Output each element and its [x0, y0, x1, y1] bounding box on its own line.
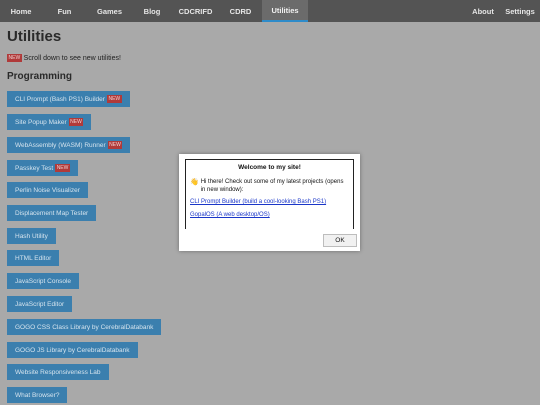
utility-label: WebAssembly (WASM) Runner: [15, 141, 106, 149]
utility-label: Website Responsiveness Lab: [15, 368, 101, 376]
nav-cdcrifd[interactable]: CDCRIFD: [172, 0, 219, 22]
nav-about[interactable]: About: [466, 0, 500, 22]
gopalos-link[interactable]: GopalOS (A web desktop/OS): [190, 212, 349, 218]
utility-label: JavaScript Console: [15, 277, 71, 285]
utility-label: What Browser?: [15, 391, 60, 399]
utility-label: GOGO JS Library by CerebralDatabank: [15, 346, 130, 354]
utility-button[interactable]: Site Popup Maker NEW: [7, 114, 92, 130]
welcome-dialog-content[interactable]: Welcome to my site! 👋 Hi there! Check ou…: [185, 159, 354, 229]
utility-label: Perlin Noise Visualizer: [15, 186, 80, 194]
nav-home[interactable]: Home: [0, 0, 42, 22]
utility-label: Displacement Map Tester: [15, 209, 89, 217]
utility-label: JavaScript Editor: [15, 300, 65, 308]
top-nav: Home Fun Games Blog CDCRIFD CDRD Utiliti…: [0, 0, 540, 22]
utility-button[interactable]: GOGO JS Library by CerebralDatabank: [7, 342, 138, 358]
utility-label: Hash Utility: [15, 232, 48, 240]
dialog-title: Welcome to my site!: [238, 164, 301, 171]
utility-button[interactable]: What Browser?: [7, 387, 68, 403]
utility-button[interactable]: Perlin Noise Visualizer: [7, 182, 88, 198]
nav-fun[interactable]: Fun: [42, 0, 87, 22]
scroll-notice: NEW Scroll down to see new utilities!: [7, 54, 121, 62]
ok-button[interactable]: OK: [323, 234, 357, 247]
utility-button[interactable]: Passkey Test NEW: [7, 160, 78, 176]
utility-button[interactable]: GOGO CSS Class Library by CerebralDataba…: [7, 319, 162, 335]
utility-button[interactable]: WebAssembly (WASM) Runner NEW: [7, 137, 131, 153]
utility-button[interactable]: Hash Utility: [7, 228, 56, 244]
utility-button[interactable]: CLI Prompt (Bash PS1) Builder NEW: [7, 91, 130, 107]
nav-cdrd[interactable]: CDRD: [219, 0, 262, 22]
new-badge: NEW: [106, 95, 122, 103]
cli-prompt-builder-link[interactable]: CLI Prompt Builder (build a cool-looking…: [190, 199, 349, 205]
utility-label: Passkey Test: [15, 164, 54, 172]
nav-settings[interactable]: Settings: [500, 0, 540, 22]
utility-label: CLI Prompt (Bash PS1) Builder: [15, 95, 105, 103]
dialog-text: 👋 Hi there! Check out some of my latest …: [190, 179, 349, 194]
notice-text: Scroll down to see new utilities!: [23, 54, 121, 62]
nav-right: About Settings: [466, 0, 540, 22]
nav-left: Home Fun Games Blog CDCRIFD CDRD Utiliti…: [0, 0, 308, 22]
section-title-programming: Programming: [7, 71, 73, 82]
wave-icon: 👋: [190, 179, 199, 186]
utility-button[interactable]: Displacement Map Tester: [7, 205, 97, 221]
page-title: Utilities: [7, 28, 62, 45]
dialog-message: Hi there! Check out some of my latest pr…: [200, 179, 344, 193]
utility-label: Site Popup Maker: [15, 118, 67, 126]
new-badge: NEW: [107, 141, 123, 149]
new-badge: NEW: [68, 118, 84, 126]
utility-button[interactable]: HTML Editor: [7, 250, 60, 266]
nav-blog[interactable]: Blog: [132, 0, 172, 22]
utility-label: HTML Editor: [15, 254, 52, 262]
nav-utilities[interactable]: Utilities: [262, 0, 308, 22]
utility-button[interactable]: JavaScript Editor: [7, 296, 73, 312]
new-badge: NEW: [55, 164, 70, 172]
utility-button[interactable]: JavaScript Console: [7, 273, 79, 289]
utility-button[interactable]: Website Responsiveness Lab: [7, 364, 109, 380]
new-badge: NEW: [7, 54, 22, 62]
nav-games[interactable]: Games: [87, 0, 132, 22]
utility-label: GOGO CSS Class Library by CerebralDataba…: [15, 323, 154, 331]
